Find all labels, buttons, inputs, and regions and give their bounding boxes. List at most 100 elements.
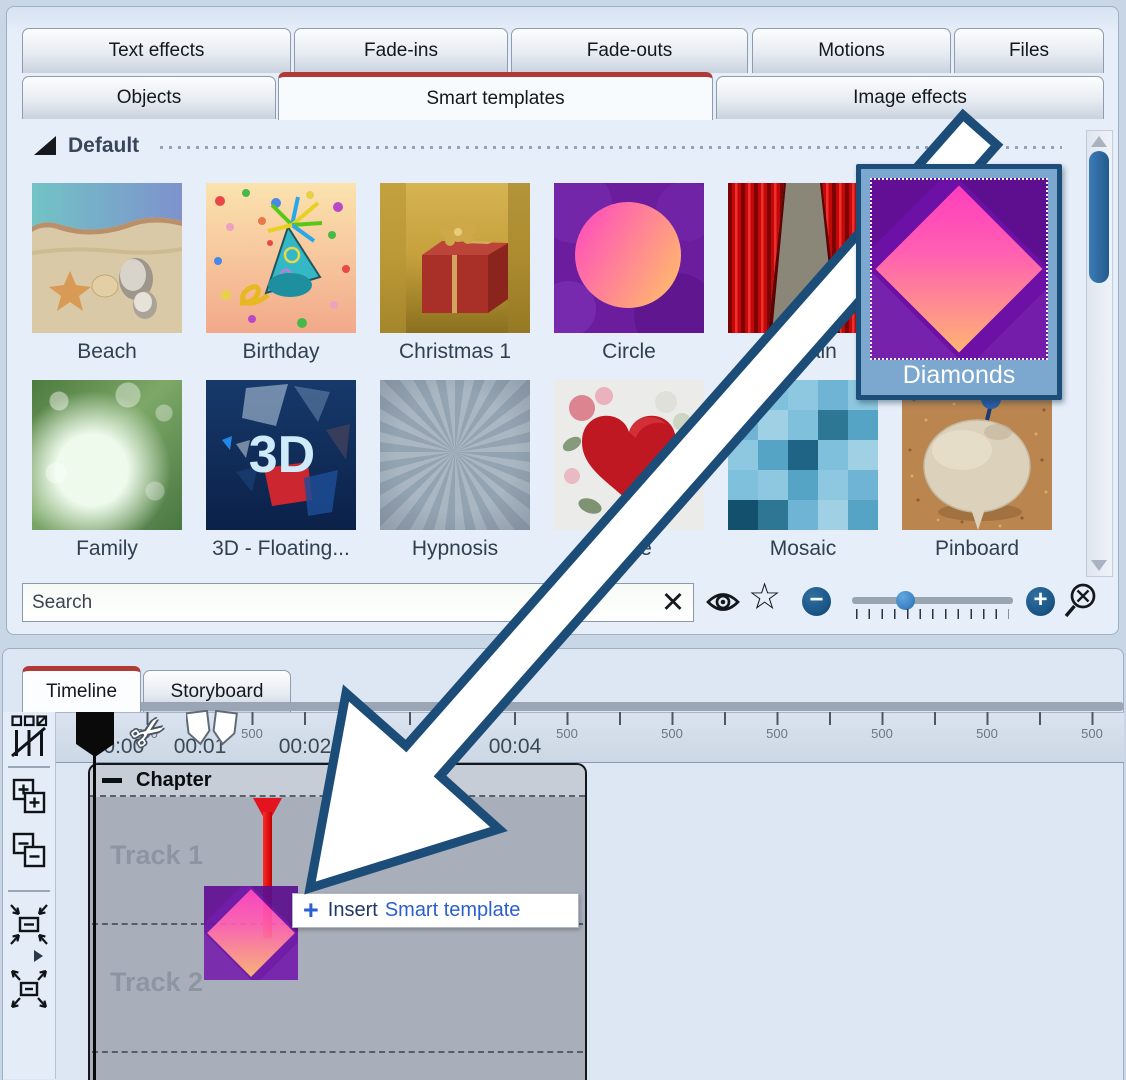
ruler-time-label: 00:02 [265,735,345,759]
3d-art-text: 3D [249,426,315,484]
3d-floating-thumbnail: 3D [206,380,356,530]
template-tile-3d-floating[interactable]: 3D [206,380,356,530]
tab-label: Fade-ins [364,40,438,62]
circle-thumbnail [554,183,704,333]
tab-files[interactable]: Files [954,28,1104,73]
template-label: Birthday [206,340,356,364]
slider-thumb[interactable] [896,591,915,610]
enlarge-tracks-button[interactable] [8,966,50,1017]
expand-all-button[interactable] [12,778,48,821]
section-title: Default [68,134,139,158]
tab-label: Storyboard [171,681,264,703]
tab-label: Timeline [46,681,117,703]
chapter-title: Chapter [136,769,212,792]
template-label: Family [32,537,182,561]
template-label: Pinboard [902,537,1052,561]
love-thumbnail [554,380,704,530]
tab-label: Files [1009,40,1049,62]
toolbar-divider [8,766,50,768]
ruler-minor-label: 500 [237,726,267,741]
section-divider [160,146,1062,149]
reset-zoom-button[interactable] [1062,582,1100,625]
ruler-minor-label: 500 [447,726,477,741]
insert-target-text: Smart template [385,899,521,922]
minus-icon: − [809,588,823,612]
template-tile-hypnosis[interactable] [380,380,530,530]
tab-smart-templates[interactable]: Smart templates [278,72,713,120]
shrink-tracks-icon [8,902,50,948]
ruler-minor-label: 500 [867,726,897,741]
view-options-button[interactable] [10,714,48,763]
plus-icon: + [1033,588,1047,612]
insert-tooltip: + Insert Smart template [292,893,579,928]
magnifier-reset-icon [1062,582,1100,620]
tab-image-effects[interactable]: Image effects [716,76,1104,119]
template-tile-christmas[interactable] [380,183,530,333]
ruler-minor-label: 500 [1077,726,1107,741]
ruler-time-label: 00:03 [370,735,450,759]
template-label: Hypnosis [380,537,530,561]
diamond-art [207,889,295,977]
visibility-toggle-button[interactable] [704,585,742,624]
zoom-out-button[interactable]: − [802,587,831,616]
collapse-all-icon [12,832,48,870]
track-divider [92,1051,583,1053]
tab-timeline[interactable]: Timeline [22,666,141,712]
toolbar-divider [8,890,50,892]
scrollbar-thumb[interactable] [1089,151,1109,283]
template-tile-love[interactable] [554,380,704,530]
playhead-line[interactable] [93,754,96,1080]
birthday-thumbnail [206,183,356,333]
tab-text-effects[interactable]: Text effects [22,28,291,73]
tab-label: Fade-outs [587,40,673,62]
eye-icon [704,585,742,619]
diamond-art [876,186,1043,353]
template-tile-diamonds-selected[interactable]: Diamonds [856,164,1062,400]
tab-label: Motions [818,40,885,62]
thumbnail-size-slider[interactable] [852,597,1013,604]
pinboard-thumbnail [902,380,1052,530]
zoom-in-button[interactable]: + [1026,587,1055,616]
template-label: Mosaic [728,537,878,561]
app-window: Text effects Fade-ins Fade-outs Motions … [0,0,1126,1080]
track-label: Track 1 [110,840,203,871]
template-tile-mosaic[interactable] [728,380,878,530]
ruler-minor-label: 500 [552,726,582,741]
template-tile-beach[interactable] [32,183,182,333]
template-label: Love [554,537,704,561]
mosaic-thumbnail [728,380,878,530]
collapse-all-button[interactable] [12,832,48,875]
favorites-button[interactable]: ☆ [748,578,781,615]
slider-ticks [856,609,1009,619]
tab-fade-ins[interactable]: Fade-ins [294,28,508,73]
star-icon: ☆ [748,576,781,617]
ruler-time-label: 00:04 [475,735,555,759]
template-label: Christmas 1 [380,340,530,364]
template-tile-family[interactable] [32,380,182,530]
scroll-down-icon[interactable] [1091,560,1107,571]
scroll-up-icon[interactable] [1091,136,1107,147]
tab-fade-outs[interactable]: Fade-outs [511,28,748,73]
tab-label: Smart templates [426,88,564,110]
tab-objects[interactable]: Objects [22,76,276,119]
template-tile-circle[interactable] [554,183,704,333]
chapter-collapse-icon[interactable] [102,778,122,783]
enlarge-tracks-icon [8,966,50,1012]
shrink-tracks-button[interactable] [8,902,50,953]
insert-plus-icon: + [303,897,319,924]
template-label: 3D - Floating... [206,537,356,561]
section-collapse-icon[interactable] [34,136,56,155]
track-label: Track 2 [110,967,203,998]
range-markers[interactable] [186,710,238,753]
search-input[interactable] [22,583,694,622]
shrink-options-arrow-icon[interactable] [34,950,43,962]
template-label: Circle [554,340,704,364]
ruler-minor-label: 500 [342,726,372,741]
template-tile-birthday[interactable] [206,183,356,333]
ruler-minor-label: 500 [762,726,792,741]
ruler-ticks [94,712,1124,725]
clear-search-button[interactable]: ✕ [656,586,690,619]
beach-thumbnail [32,183,182,333]
template-tile-pinboard[interactable] [902,380,1052,530]
tab-motions[interactable]: Motions [752,28,951,73]
